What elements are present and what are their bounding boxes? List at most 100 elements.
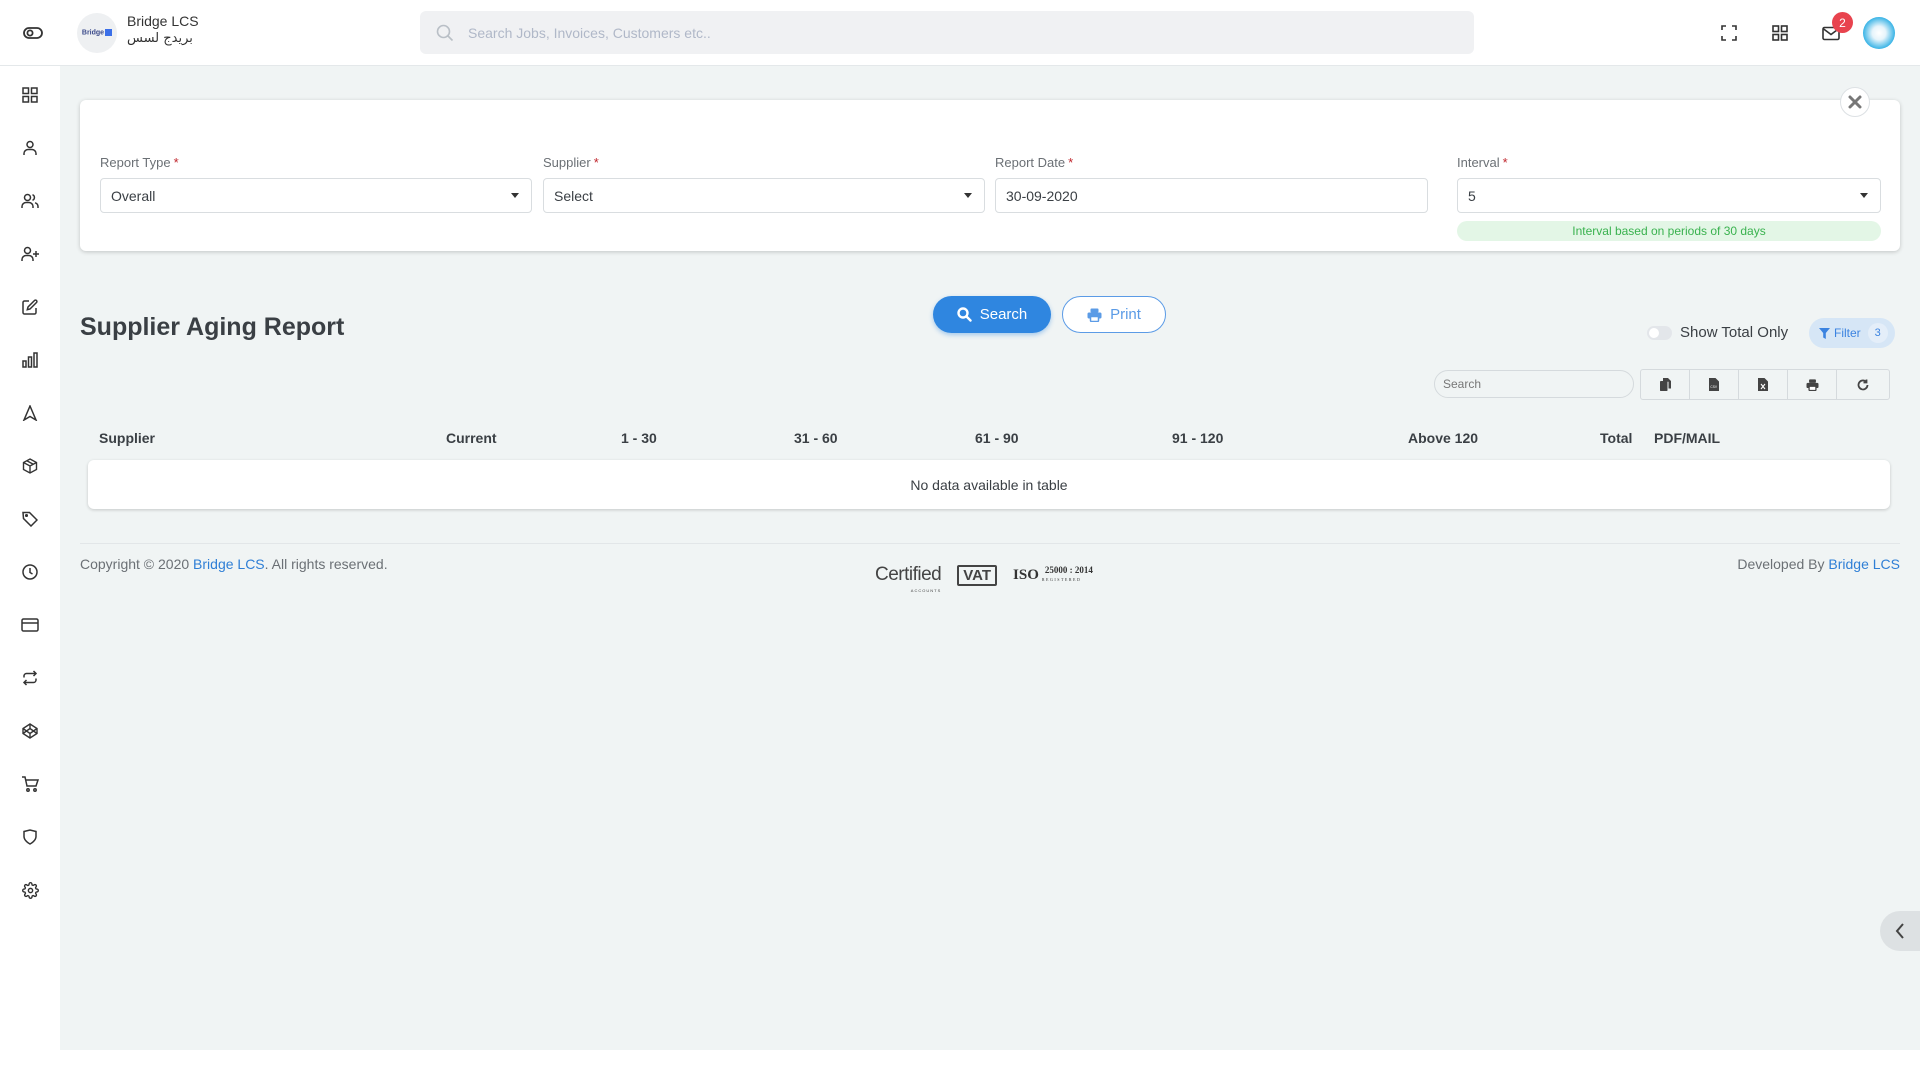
dashboard-icon[interactable]	[19, 84, 41, 106]
top-bar: Bridge Bridge LCS بريدج لسس 2	[0, 0, 1920, 66]
filter-card: Report Type * Overall Supplier * Select Re…	[80, 100, 1900, 251]
brand-name-ar: بريدج لسس	[127, 31, 193, 46]
developed-by: Developed By Bridge LCS	[1737, 556, 1900, 572]
apps-grid-icon[interactable]	[1769, 22, 1791, 44]
csv-button[interactable]: CSV	[1690, 370, 1739, 399]
column-header-total[interactable]: Total	[1600, 430, 1632, 446]
supplier-value: Select	[554, 187, 593, 204]
printer-icon	[1806, 378, 1818, 391]
column-header-31-60[interactable]: 31 - 60	[794, 430, 838, 446]
refresh-button[interactable]	[1837, 370, 1889, 399]
user-add-icon[interactable]	[19, 243, 41, 265]
brand-name: Bridge LCS بريدج لسس	[127, 13, 199, 46]
report-date-field: Report Date * 30-09-2020	[995, 155, 1428, 213]
report-type-label: Report Type *	[100, 155, 179, 170]
show-total-label: Show Total Only	[1680, 324, 1789, 341]
filter-count-badge: 3	[1867, 323, 1888, 343]
column-header-pdf-mail[interactable]: PDF/MAIL	[1654, 430, 1720, 446]
close-button[interactable]	[1840, 87, 1870, 117]
credit-card-icon[interactable]	[19, 614, 41, 636]
toggle-switch[interactable]	[1647, 325, 1672, 340]
copyright-link[interactable]: Bridge LCS	[193, 556, 265, 572]
settings-icon[interactable]	[19, 879, 41, 901]
interval-select[interactable]: 5	[1457, 178, 1881, 213]
excel-button[interactable]	[1739, 370, 1788, 399]
iso-logo: ISO 25000 : 2014 REGISTERED	[1013, 565, 1093, 583]
interval-hint: Interval based on periods of 30 days	[1457, 221, 1881, 241]
brand-logo[interactable]: Bridge	[77, 13, 117, 53]
navigation-icon[interactable]	[19, 402, 41, 424]
chevron-down-icon	[1860, 193, 1868, 198]
notification-badge: 2	[1832, 12, 1853, 33]
supplier-label: Supplier *	[543, 155, 599, 170]
user-icon[interactable]	[19, 137, 41, 159]
interval-value: 5	[1468, 187, 1476, 204]
menu-toggle-icon[interactable]	[22, 24, 44, 42]
chevron-down-icon	[511, 193, 519, 198]
filter-label: Filter	[1834, 326, 1861, 340]
search-button[interactable]: Search	[933, 296, 1051, 333]
supplier-select[interactable]: Select	[543, 178, 985, 213]
global-search-input[interactable]	[468, 24, 1368, 41]
table-tools: CSV	[1640, 369, 1890, 400]
column-header-61-90[interactable]: 61 - 90	[975, 430, 1019, 446]
avatar[interactable]	[1863, 17, 1895, 49]
csv-file-icon: CSV	[1709, 378, 1719, 391]
fullscreen-icon[interactable]	[1718, 22, 1740, 44]
bottom-strip	[0, 1050, 1920, 1080]
print-button[interactable]: Print	[1062, 296, 1166, 333]
column-header-above-120[interactable]: Above 120	[1408, 430, 1478, 446]
report-type-field: Report Type * Overall	[100, 155, 532, 213]
copyright: Copyright © 2020 Bridge LCS. All rights …	[80, 556, 388, 572]
print-button-label: Print	[1110, 306, 1141, 323]
close-icon	[1848, 95, 1862, 109]
column-header-91-120[interactable]: 91 - 120	[1172, 430, 1223, 446]
column-header-supplier[interactable]: Supplier	[99, 430, 155, 446]
chevron-left-icon	[1895, 923, 1904, 939]
brand-name-en: Bridge LCS	[127, 13, 199, 29]
copy-icon	[1659, 378, 1671, 391]
global-search	[420, 11, 1474, 54]
report-type-value: Overall	[111, 187, 156, 204]
copy-button[interactable]	[1641, 370, 1690, 399]
report-date-input[interactable]: 30-09-2020	[995, 178, 1428, 213]
interval-label: Interval *	[1457, 155, 1508, 170]
certified-accounts-logo: Certified ACCOUNTS	[875, 564, 942, 593]
refresh-icon	[1857, 379, 1869, 390]
certification-logos: Certified ACCOUNTS VAT ISO 25000 : 2014 REG…	[875, 564, 1093, 593]
column-header-1-30[interactable]: 1 - 30	[621, 430, 657, 446]
report-type-select[interactable]: Overall	[100, 178, 532, 213]
show-total-toggle[interactable]: Show Total Only	[1647, 324, 1788, 341]
sidebar	[0, 66, 60, 1050]
repeat-icon[interactable]	[19, 667, 41, 689]
search-icon	[957, 307, 972, 322]
excel-file-icon	[1758, 378, 1768, 391]
logo-text: Bridge	[82, 29, 113, 37]
empty-message: No data available in table	[910, 476, 1068, 493]
printer-icon	[1087, 308, 1102, 322]
main-content: Report Type * Overall Supplier * Select Re…	[60, 66, 1920, 1050]
package-icon[interactable]	[19, 455, 41, 477]
print-table-button[interactable]	[1788, 370, 1837, 399]
svg-text:CSV: CSV	[1710, 385, 1717, 389]
filter-button[interactable]: Filter 3	[1809, 318, 1895, 348]
interval-field: Interval * 5 Interval based on periods of…	[1457, 155, 1881, 241]
shield-icon[interactable]	[19, 826, 41, 848]
page-title: Supplier Aging Report	[80, 313, 345, 341]
panel-collapse-button[interactable]	[1880, 911, 1920, 951]
report-date-value: 30-09-2020	[1006, 187, 1078, 204]
column-header-current[interactable]: Current	[446, 430, 497, 446]
vat-logo: VAT	[957, 564, 998, 586]
tag-icon[interactable]	[19, 508, 41, 530]
edit-icon[interactable]	[19, 296, 41, 318]
bar-chart-icon[interactable]	[19, 349, 41, 371]
search-button-label: Search	[979, 306, 1028, 323]
supplier-field: Supplier * Select	[543, 155, 985, 213]
shopping-cart-icon[interactable]	[19, 773, 41, 795]
filter-icon	[1819, 327, 1830, 339]
codepen-icon[interactable]	[19, 720, 41, 742]
table-search-input[interactable]	[1434, 370, 1634, 398]
clock-icon[interactable]	[19, 561, 41, 583]
developer-link[interactable]: Bridge LCS	[1828, 556, 1900, 572]
users-icon[interactable]	[19, 190, 41, 212]
